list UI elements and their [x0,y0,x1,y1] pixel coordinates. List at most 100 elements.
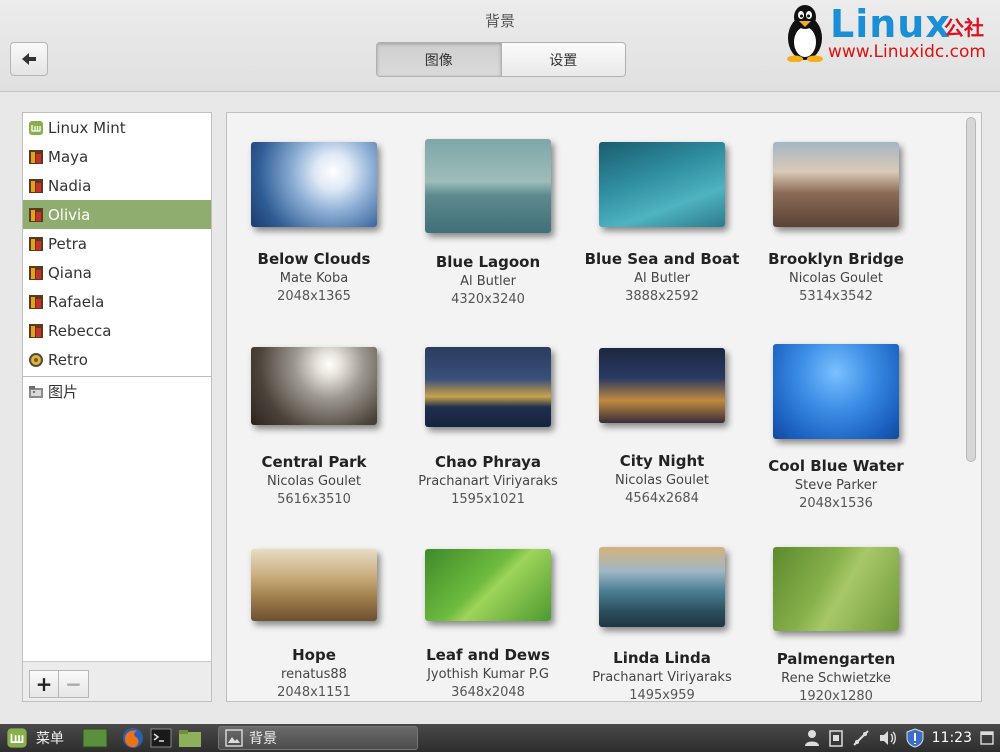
sidebar-item-linux-mint[interactable]: Linux Mint [23,113,211,142]
wallpaper-name: Central Park [261,453,367,471]
wallpaper-tile-palmengarten[interactable]: Palmengarten Rene Schwietzke 1920x1280 [749,513,923,701]
wallpaper-name: Below Clouds [257,250,371,268]
wallpaper-size: 3648x2048 [451,685,525,700]
wallpaper-icon [29,294,43,309]
firefox-launcher[interactable] [122,727,144,749]
wallpaper-size: 4320x3240 [451,292,525,307]
sidebar-item-label: 图片 [48,383,79,401]
wallpaper-size: 1595x1021 [451,492,525,507]
wallpaper-icon [29,178,43,193]
wallpaper-icon [29,265,43,280]
watermark-brand-cn: 公社 [944,16,984,40]
wallpaper-tile-linda-linda[interactable]: Linda Linda Prachanart Viriyaraks 1495x9… [575,513,749,702]
sidebar-item-retro[interactable]: Retro [23,345,211,374]
wallpaper-thumbnail [773,547,899,631]
sidebar-item-label: Olivia [48,205,91,224]
sidebar-item-label: Retro [48,350,88,369]
wallpaper-author: Al Butler [634,271,690,286]
wallpaper-tile-central-park[interactable]: Central Park Nicolas Goulet 5616x3510 [227,313,401,513]
wallpaper-author: Jyothish Kumar P.G [427,667,549,682]
wallpaper-author: Al Butler [460,274,516,289]
wallpaper-name: Blue Sea and Boat [584,250,740,268]
wallpaper-name: Leaf and Dews [426,646,550,664]
wallpaper-tile-brooklyn-bridge[interactable]: Brooklyn Bridge Nicolas Goulet 5314x3542 [749,113,923,313]
sidebar-item-label: Petra [48,234,87,253]
show-desktop-icon[interactable] [980,730,994,746]
volume-icon[interactable] [878,729,898,747]
wallpaper-tile-hope[interactable]: Hope renatus88 2048x1151 [227,513,401,701]
grid-scrollbar[interactable] [965,117,977,697]
wallpaper-size: 2048x1151 [277,685,351,700]
sidebar-item-petra[interactable]: Petra [23,229,211,258]
watermark-url: www.Linuxidc.com [828,42,986,62]
tab-settings[interactable]: 设置 [500,43,625,76]
wallpaper-author: Prachanart Viriyaraks [592,670,732,685]
update-shield-icon[interactable] [906,728,924,748]
wallpaper-thumbnail [251,549,377,621]
wallpaper-name: Chao Phraya [435,453,541,471]
sidebar-item-rafaela[interactable]: Rafaela [23,287,211,316]
wallpaper-tile-blue-sea-and-boat[interactable]: Blue Sea and Boat Al Butler 3888x2592 [575,113,749,313]
backgrounds-window: 背景 图像 设置 Linux 公社 www.Linuxidc.com Linux… [0,0,1000,724]
sidebar-item-nadia[interactable]: Nadia [23,171,211,200]
wallpaper-size: 2048x1365 [277,289,351,304]
wallpaper-author: Rene Schwietzke [781,671,891,686]
sidebar-item-qiana[interactable]: Qiana [23,258,211,287]
header-bar: 背景 图像 设置 Linux 公社 www.Linuxidc.com [0,0,1000,92]
network-icon[interactable] [852,729,870,747]
wallpaper-tile-below-clouds[interactable]: Below Clouds Mate Koba 2048x1365 [227,113,401,313]
sidebar-item-rebecca[interactable]: Rebecca [23,316,211,345]
pictures-folder-icon [29,385,43,398]
wallpaper-tile-leaf-and-dews[interactable]: Leaf and Dews Jyothish Kumar P.G 3648x20… [401,513,575,701]
linuxidc-watermark: Linux 公社 www.Linuxidc.com [782,0,1000,68]
scrollbar-thumb[interactable] [966,117,976,462]
wallpaper-icon [29,236,43,251]
mint-menu-icon [7,728,27,748]
tab-images[interactable]: 图像 [377,43,501,76]
sidebar-item-maya[interactable]: Maya [23,142,211,171]
wallpaper-size: 1495x959 [629,688,695,702]
wallpaper-name: Brooklyn Bridge [768,250,904,268]
wallpaper-thumbnail [773,142,899,227]
wallpaper-icon [29,323,43,338]
wallpaper-thumbnail [599,142,725,227]
wallpaper-grid: Below Clouds Mate Koba 2048x1365 Blue La… [226,112,982,702]
backgrounds-app-icon [225,729,243,747]
wallpaper-tile-blue-lagoon[interactable]: Blue Lagoon Al Butler 4320x3240 [401,113,575,313]
wallpaper-name: Cool Blue Water [768,457,904,475]
wallpaper-icon [29,149,43,164]
clipboard-icon[interactable] [828,729,844,747]
wallpaper-tile-city-night[interactable]: City Night Nicolas Goulet 4564x2684 [575,313,749,513]
add-folder-button[interactable]: + [29,670,59,698]
back-button[interactable] [10,42,48,76]
sidebar-item-label: Qiana [48,263,92,282]
menu-button[interactable]: 菜单 [6,727,64,749]
user-icon[interactable] [804,729,820,747]
desktop-icon [82,728,108,748]
taskbar-window-label: 背景 [249,731,277,747]
wallpaper-author: renatus88 [281,667,347,682]
sidebar-toolbar: + − [23,661,211,701]
sidebar-item-pictures-folder[interactable]: 图片 [23,377,211,406]
wallpaper-author: Nicolas Goulet [267,474,361,489]
files-launcher[interactable] [178,727,202,749]
watermark-brand: Linux [830,2,951,46]
mint-icon [29,120,43,135]
sidebar-item-label: Rebecca [48,321,112,340]
taskbar-window-backgrounds[interactable]: 背景 [218,726,418,750]
terminal-launcher[interactable] [150,727,172,749]
clock[interactable]: 11:23 [932,730,972,746]
view-switcher: 图像 设置 [376,42,626,77]
sidebar-item-label: Maya [48,147,89,166]
wallpaper-tile-cool-blue-water[interactable]: Cool Blue Water Steve Parker 2048x1536 [749,313,923,513]
wallpaper-thumbnail [425,139,551,233]
sidebar-item-olivia[interactable]: Olivia [23,200,211,229]
show-desktop-button[interactable] [82,727,108,749]
wallpaper-author: Nicolas Goulet [615,473,709,488]
taskbar: 菜单 背景 11:23 [0,724,1000,752]
wallpaper-size: 3888x2592 [625,289,699,304]
wallpaper-tile-chao-phraya[interactable]: Chao Phraya Prachanart Viriyaraks 1595x1… [401,313,575,513]
retro-icon [29,352,43,367]
system-tray: 11:23 [804,724,1000,752]
remove-folder-button[interactable]: − [59,670,89,698]
